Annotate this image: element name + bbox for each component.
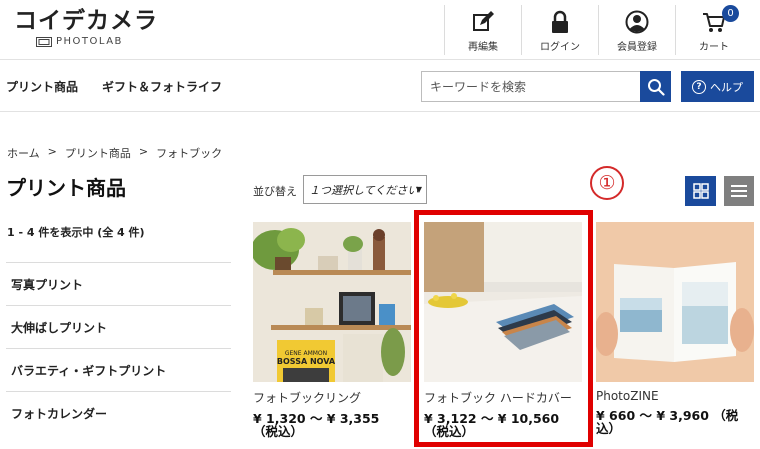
- list-icon: [731, 185, 747, 197]
- grid-view-button[interactable]: [685, 176, 716, 206]
- product-name[interactable]: PhotoZINE: [596, 389, 754, 403]
- sidebar-category-list: 写真プリント 大伸ばしプリント バラエティ・ギフトプリント フォトカレンダー: [6, 262, 231, 434]
- edit-icon: [473, 11, 494, 31]
- help-button[interactable]: ? ヘルプ: [681, 71, 754, 102]
- product-image-photobook-ring[interactable]: GENE AMMON BOSSA NOVA: [253, 222, 411, 382]
- product-card[interactable]: PhotoZINE ¥ 660 ～ ¥ 3,960 （税 込）: [596, 222, 754, 435]
- search-input[interactable]: [421, 71, 641, 102]
- page-title: プリント商品: [6, 176, 126, 200]
- product-price: ¥ 1,320 ～ ¥ 3,355 （税込）: [253, 412, 411, 438]
- grid-icon: [692, 183, 709, 199]
- user-icon: [625, 10, 649, 34]
- breadcrumb-current: フォトブック: [156, 147, 223, 160]
- logo-sub: PHOTOLAB: [36, 36, 123, 47]
- product-price-tax: （税込）: [253, 424, 304, 439]
- search-button[interactable]: [640, 71, 671, 102]
- film-icon: [36, 36, 52, 47]
- login-label: ログイン: [540, 42, 580, 53]
- product-price: ¥ 3,122 ～ ¥ 10,560 （税込）: [424, 412, 582, 438]
- search-bar: [421, 71, 671, 102]
- help-label: ヘルプ: [710, 80, 743, 94]
- question-icon: ?: [692, 79, 706, 94]
- sidebar-item-large-print[interactable]: 大伸ばしプリント: [6, 305, 231, 348]
- svg-text:GENE AMMON: GENE AMMON: [285, 350, 327, 357]
- product-image-photozine[interactable]: [596, 222, 754, 382]
- breadcrumb-home[interactable]: ホーム: [7, 145, 40, 161]
- header-nav: 再編集 ログイン 会員登録 0 カート: [444, 0, 752, 60]
- dropdown-arrow-icon: ▼: [415, 185, 422, 194]
- sidebar-item-variety-gift-print[interactable]: バラエティ・ギフトプリント: [6, 348, 231, 391]
- reedit-label: 再編集: [468, 42, 498, 53]
- breadcrumb-separator: >: [138, 145, 149, 158]
- login-button[interactable]: ログイン: [521, 5, 598, 55]
- sidebar-item-photo-calendar[interactable]: フォトカレンダー: [6, 391, 231, 434]
- result-count: 1 - 4 件を表示中 (全 4 件): [7, 226, 145, 239]
- cart-label: カート: [699, 42, 729, 53]
- product-price-tax: （税込）: [424, 424, 475, 439]
- svg-text:BOSSA NOVA: BOSSA NOVA: [277, 357, 336, 366]
- search-icon: [647, 78, 665, 96]
- sort-dropdown[interactable]: １つ選択してください ▼: [303, 175, 427, 204]
- product-price: ¥ 660 ～ ¥ 3,960 （税 込）: [596, 409, 754, 435]
- product-card[interactable]: GENE AMMON BOSSA NOVA フォトブックリング ¥ 1,320 …: [253, 222, 411, 438]
- nav-link-gift-photolife[interactable]: ギフト＆フォトライフ: [102, 78, 222, 95]
- breadcrumb-print-products[interactable]: プリント商品: [65, 145, 131, 161]
- product-name[interactable]: フォトブックリング: [253, 389, 411, 406]
- product-card[interactable]: フォトブック ハードカバー ¥ 3,122 ～ ¥ 10,560 （税込）: [424, 222, 582, 438]
- site-logo[interactable]: コイデカメラ PHOTOLAB: [14, 8, 158, 47]
- breadcrumb: ホーム > プリント商品 > フォトブック: [7, 145, 222, 161]
- product-name[interactable]: フォトブック ハードカバー: [424, 389, 582, 406]
- site-header: コイデカメラ PHOTOLAB 再編集 ログイン 会員登録 0 カート: [0, 0, 760, 60]
- nav-link-print-products[interactable]: プリント商品: [6, 78, 78, 95]
- photozine-photo: [596, 222, 754, 382]
- register-label: 会員登録: [617, 42, 657, 53]
- sort-label: 並び替え: [253, 185, 297, 198]
- list-view-button[interactable]: [724, 176, 754, 206]
- sidebar-item-photo-print[interactable]: 写真プリント: [6, 262, 231, 305]
- product-image-photobook-hardcover[interactable]: [424, 222, 582, 382]
- sort-selected-value: １つ選択してください: [309, 183, 419, 197]
- cart-count-badge: 0: [722, 5, 739, 22]
- annotation-marker: ①: [590, 166, 624, 200]
- cart-button[interactable]: 0 カート: [675, 5, 752, 55]
- logo-main-text: コイデカメラ: [14, 8, 158, 34]
- product-price-tax: 込）: [596, 421, 622, 436]
- breadcrumb-separator: >: [47, 145, 57, 158]
- lock-icon: [552, 10, 568, 33]
- logo-sub-text: PHOTOLAB: [56, 36, 123, 47]
- hardcover-photo: [424, 222, 582, 382]
- register-button[interactable]: 会員登録: [598, 5, 675, 55]
- shelf-photo: GENE AMMON BOSSA NOVA: [253, 222, 411, 382]
- reedit-button[interactable]: 再編集: [444, 5, 521, 55]
